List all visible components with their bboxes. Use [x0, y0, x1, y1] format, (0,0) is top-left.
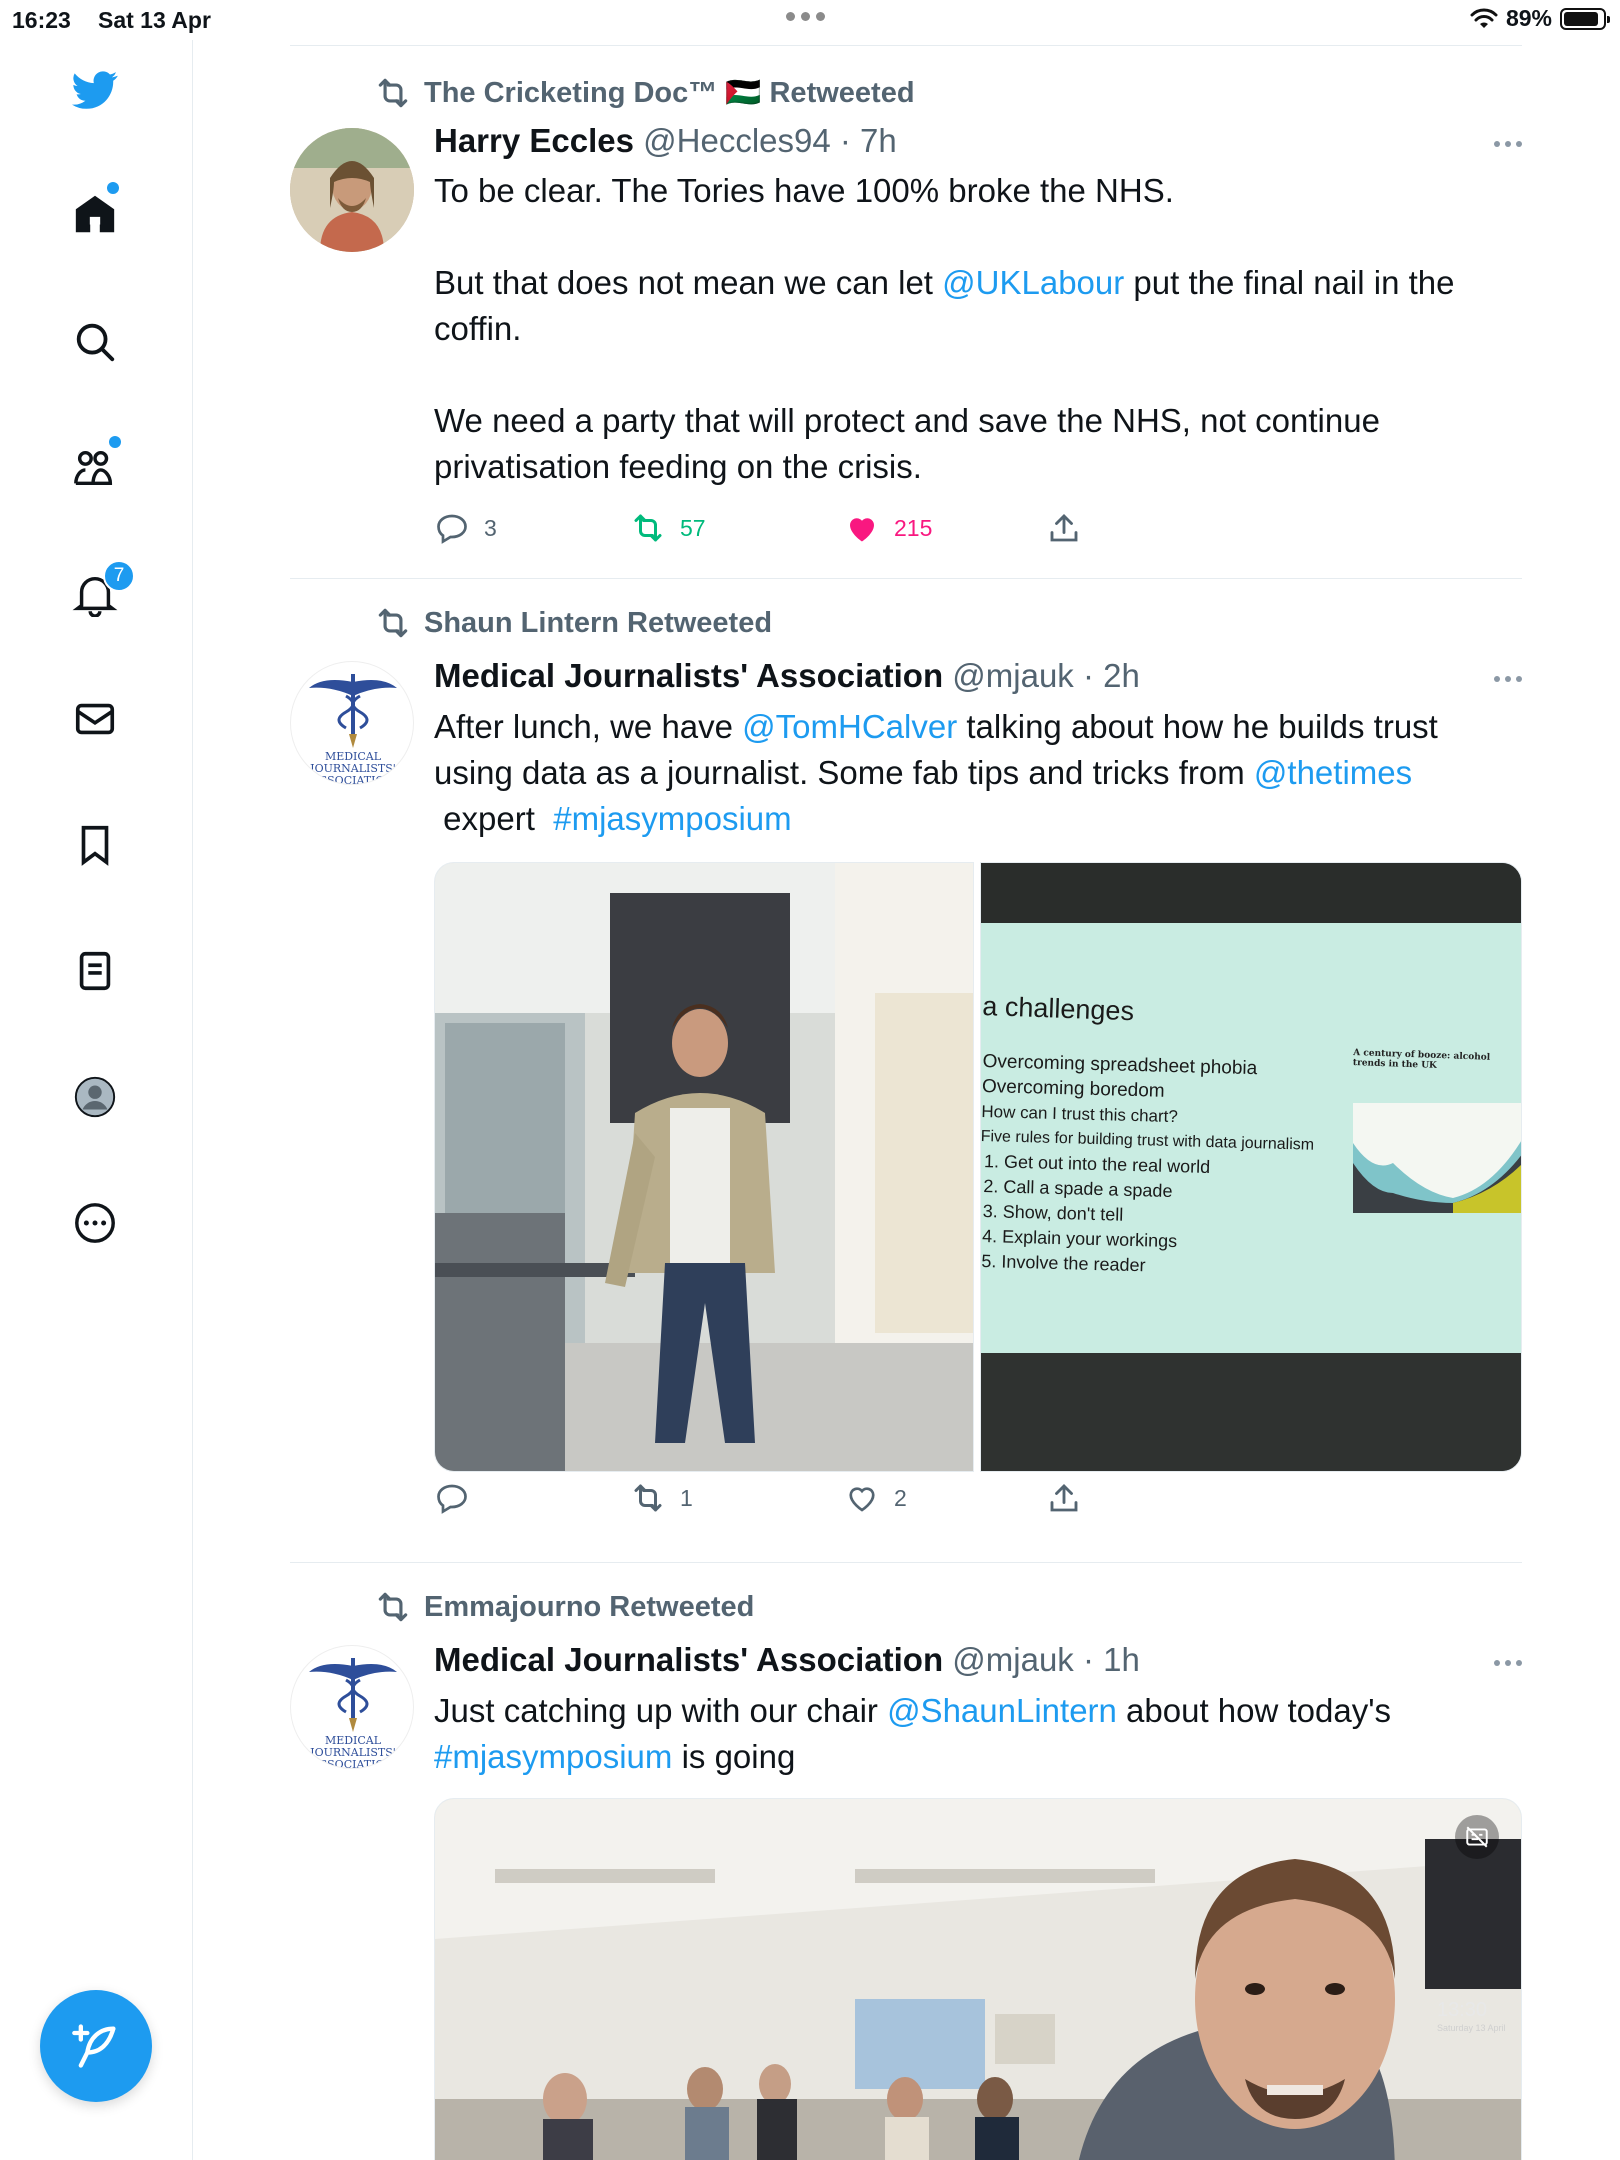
home-icon[interactable] [67, 182, 123, 242]
feed-top-divider [290, 45, 1522, 46]
author-handle-time[interactable]: @Heccles94 · 7h [643, 122, 897, 159]
like-button[interactable]: 2 [844, 1480, 907, 1516]
tweet-divider [290, 578, 1522, 579]
reply-count: 3 [484, 514, 497, 541]
retweet-context: The Cricketing Doc™ 🇵🇸 Retweeted [374, 74, 915, 112]
author-name[interactable]: Medical Journalists' Association [434, 657, 943, 694]
messages-envelope-icon[interactable] [67, 691, 123, 747]
avatar-mja[interactable]: MEDICAL JOURNALISTS' ASSOCIATION [290, 1645, 414, 1769]
tweet-text: Just catching up with our chair @ShaunLi… [434, 1688, 1522, 1780]
hashtag-mjasymposium-link[interactable]: #mjasymposium [553, 800, 791, 837]
status-right: 89% [1470, 5, 1610, 32]
retweet-context: Emmajourno Retweeted [374, 1588, 754, 1626]
status-date: Sat 13 Apr [98, 7, 211, 33]
tweet-text: After lunch, we have @TomHCalver talking… [434, 704, 1522, 842]
wifi-icon [1470, 8, 1498, 28]
reply-icon [437, 514, 467, 544]
share-icon [1050, 513, 1078, 542]
captions-off-icon [1466, 1826, 1488, 1848]
retweet-icon [634, 1484, 662, 1512]
retweet-context: Shaun Lintern Retweeted [374, 604, 772, 642]
retweet-icon [378, 1592, 408, 1622]
slide-chart [1353, 1103, 1521, 1213]
share-button[interactable] [1046, 510, 1082, 546]
more-options-icon[interactable] [67, 1195, 123, 1251]
retweet-icon [378, 608, 408, 638]
tweet-paragraph: We need a party that will protect and sa… [434, 402, 1380, 485]
slide-text: Overcoming spreadsheet phobia Overcoming… [980, 1050, 1315, 1276]
tweet-divider [290, 1562, 1522, 1563]
status-bar: 16:23 Sat 13 Apr 89% [0, 0, 1620, 40]
retweet-button[interactable]: 1 [630, 1480, 693, 1516]
bookmarks-icon[interactable] [67, 817, 123, 873]
navigation-rail: 7 [0, 40, 193, 2160]
notifications-badge: 7 [103, 560, 135, 592]
compose-tweet-button[interactable] [40, 1990, 152, 2102]
author-handle-time[interactable]: @mjauk · 1h [952, 1641, 1140, 1678]
more-options-button[interactable] [1482, 1653, 1522, 1673]
tweet-photo-slide[interactable]: a challenges Overcoming spreadsheet phob… [980, 862, 1522, 1472]
retweet-icon [634, 514, 662, 542]
like-button[interactable]: 215 [844, 510, 932, 546]
tweet-paragraph: To be clear. The Tories have 100% broke … [434, 172, 1174, 209]
retweeted-by-label: Shaun Lintern Retweeted [424, 606, 773, 639]
mention-uklabour-link[interactable]: @UKLabour [942, 264, 1124, 301]
tweet-text: To be clear. The Tories have 100% broke … [434, 168, 1522, 490]
slide-heading: a challenges [981, 991, 1135, 1027]
author-name[interactable]: Harry Eccles [434, 122, 634, 159]
battery-percent: 89% [1505, 5, 1552, 31]
retweet-count: 57 [680, 514, 706, 541]
mention-shaunlintern-link[interactable]: @ShaunLintern [887, 1692, 1117, 1729]
hashtag-mjasymposium-link[interactable]: #mjasymposium [434, 1738, 672, 1775]
avatar-mja[interactable]: MEDICAL JOURNALISTS' ASSOCIATION [290, 661, 414, 785]
reply-icon [437, 1484, 467, 1514]
mention-thetimes-link[interactable]: @thetimes [1254, 754, 1412, 791]
tweet-header: Medical Journalists' Association @mjauk … [434, 657, 1140, 695]
author-handle-time[interactable]: @mjauk · 2h [952, 657, 1140, 694]
reply-button[interactable] [434, 1480, 484, 1516]
svg-text:ASSOCIATION: ASSOCIATION [311, 774, 395, 785]
tweet-photo-speaker[interactable] [434, 862, 974, 1472]
more-options-button[interactable] [1482, 669, 1522, 689]
retweet-button[interactable]: 57 [630, 510, 706, 546]
video-clock-time: 13:30 [1437, 1999, 1488, 2021]
avatar-harry-eccles[interactable] [290, 128, 414, 252]
author-name[interactable]: Medical Journalists' Association [434, 1641, 943, 1678]
more-options-button[interactable] [1482, 134, 1522, 154]
search-icon[interactable] [67, 314, 123, 370]
video-clock-date: Saturday 13 April [1437, 2023, 1506, 2033]
tweet-paragraph: After lunch, we have @TomHCalver talking… [434, 708, 1438, 837]
tweet-video[interactable]: 13:30 Saturday 13 April [434, 1798, 1522, 2160]
retweet-icon [378, 78, 408, 108]
tweet-actions: 3 57 215 [434, 510, 1134, 550]
communities-icon[interactable] [67, 436, 123, 496]
twitter-logo-icon[interactable] [67, 62, 123, 118]
mention-tomhcalver-link[interactable]: @TomHCalver [742, 708, 957, 745]
share-icon [1050, 1483, 1078, 1512]
status-time: 16:23 [12, 7, 71, 33]
retweet-count: 1 [680, 1484, 693, 1511]
like-count: 2 [894, 1484, 907, 1511]
svg-text:ASSOCIATION: ASSOCIATION [311, 1758, 395, 1769]
captions-toggle-button[interactable] [1455, 1815, 1499, 1859]
feather-plus-icon [72, 2024, 116, 2068]
tweet-paragraph: Just catching up with our chair @ShaunLi… [434, 1692, 1392, 1775]
share-button[interactable] [1046, 1480, 1082, 1516]
multitasking-dots[interactable] [786, 8, 825, 21]
retweeted-by-label: The Cricketing Doc™ 🇵🇸 Retweeted [424, 77, 915, 109]
tweet-header: Harry Eccles @Heccles94 · 7h [434, 122, 897, 160]
tweet-paragraph: But that does not mean we can let @UKLab… [434, 264, 1455, 347]
tweet-actions: 1 2 [434, 1480, 1134, 1520]
tweet-header: Medical Journalists' Association @mjauk … [434, 1641, 1140, 1679]
like-count: 215 [894, 514, 933, 541]
reply-button[interactable]: 3 [434, 510, 497, 546]
lists-icon[interactable] [67, 943, 123, 999]
profile-avatar-icon[interactable] [67, 1069, 123, 1125]
retweeted-by-label: Emmajourno Retweeted [424, 1590, 755, 1623]
heart-outline-icon [849, 1487, 875, 1512]
battery-icon [1560, 7, 1610, 30]
notifications-bell-icon[interactable]: 7 [67, 560, 135, 622]
heart-filled-icon [850, 518, 874, 542]
